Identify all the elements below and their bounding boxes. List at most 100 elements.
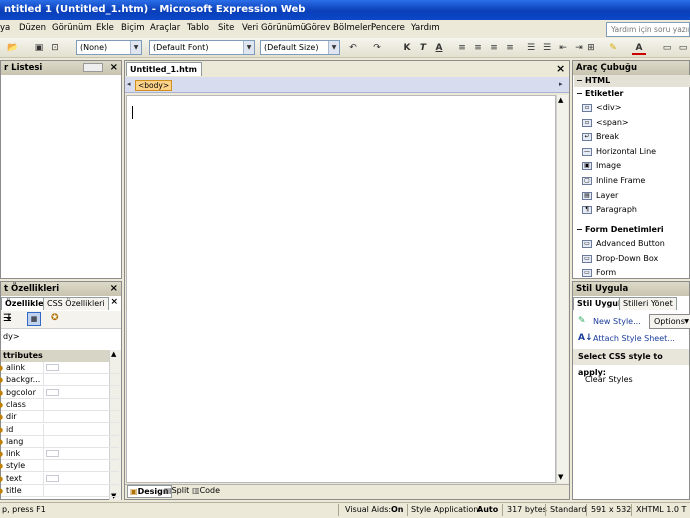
color-swatch[interactable] bbox=[46, 388, 59, 396]
attribute-row[interactable]: ● text bbox=[0, 472, 119, 485]
outdent-icon[interactable]: ⇤ bbox=[556, 41, 570, 55]
toolbox-item[interactable]: ▭ Drop-Down Box bbox=[582, 253, 658, 265]
attribute-row[interactable]: ● title bbox=[0, 485, 119, 497]
clear-styles-item[interactable]: Clear Styles bbox=[585, 375, 633, 384]
attribute-row[interactable]: ● alink bbox=[0, 362, 119, 374]
chevron-right-icon[interactable]: ▸ bbox=[559, 80, 563, 88]
bullet-list-icon[interactable]: ☰ bbox=[540, 41, 554, 55]
align-center-icon[interactable]: ≡ bbox=[471, 41, 485, 55]
undo-icon[interactable]: ↶ bbox=[346, 41, 360, 55]
attribute-row[interactable]: ● style bbox=[0, 460, 119, 473]
new-style-link[interactable]: New Style... bbox=[593, 317, 641, 326]
save-icon[interactable]: ▣ bbox=[32, 41, 46, 55]
menu-file[interactable]: ya bbox=[0, 23, 10, 33]
page-dimensions[interactable]: 591 x 532 bbox=[591, 503, 631, 517]
redo-icon[interactable]: ↷ bbox=[370, 41, 384, 55]
section-etiketler[interactable]: Etiketler bbox=[574, 88, 690, 100]
section-form-controls[interactable]: Form Denetimleri bbox=[574, 224, 690, 236]
menu-window[interactable]: Pencere bbox=[371, 23, 405, 33]
align-right-icon[interactable]: ≡ bbox=[487, 41, 501, 55]
options-button[interactable]: Options ▼ bbox=[649, 314, 690, 329]
attach-stylesheet-link[interactable]: Attach Style Sheet... bbox=[593, 334, 675, 343]
menu-help[interactable]: Yardım bbox=[411, 23, 440, 33]
numbered-list-icon[interactable]: ☰ bbox=[524, 41, 538, 55]
attribute-value[interactable] bbox=[43, 411, 107, 423]
toolbox-item[interactable]: ▭ Form bbox=[582, 267, 616, 279]
underline-icon[interactable]: A bbox=[432, 41, 446, 55]
menu-tools[interactable]: Araçlar bbox=[150, 23, 180, 33]
font-color-icon[interactable]: A bbox=[632, 41, 646, 55]
highlight-icon[interactable]: ✎ bbox=[606, 41, 620, 55]
menu-data-view[interactable]: Veri Görünümü bbox=[242, 23, 306, 33]
attribute-value[interactable] bbox=[43, 423, 107, 435]
attribute-row[interactable]: ● dir bbox=[0, 411, 119, 424]
style-combo[interactable]: (None) ▼ bbox=[76, 40, 142, 55]
visual-aids-value[interactable]: On bbox=[391, 503, 404, 517]
style-application-value[interactable]: Auto bbox=[477, 503, 498, 517]
menu-format[interactable]: Biçim bbox=[121, 23, 145, 33]
attribute-value[interactable] bbox=[43, 460, 107, 472]
attribute-row[interactable]: ● lang bbox=[0, 435, 119, 448]
body-tag-button[interactable]: <body> bbox=[135, 80, 173, 91]
font-combo[interactable]: (Default Font) ▼ bbox=[149, 40, 255, 55]
close-document-icon[interactable]: × bbox=[556, 62, 565, 75]
scroll-up-icon[interactable]: ▲ bbox=[558, 96, 563, 104]
attribute-value[interactable] bbox=[43, 398, 107, 410]
attribute-row[interactable]: ● class bbox=[0, 398, 119, 411]
italic-icon[interactable]: T bbox=[416, 41, 430, 55]
show-set-properties-icon[interactable]: ▦ bbox=[27, 312, 41, 326]
borders-icon[interactable]: ⊞ bbox=[584, 41, 598, 55]
layout-icon[interactable]: ▭ bbox=[660, 41, 674, 55]
attribute-value[interactable] bbox=[43, 485, 107, 496]
toolbox-item[interactable]: — Horizontal Line bbox=[582, 146, 656, 158]
editor-scrollbar[interactable] bbox=[556, 95, 568, 483]
preview-icon[interactable]: ⊡ bbox=[48, 41, 62, 55]
color-swatch[interactable] bbox=[46, 364, 59, 371]
align-left-icon[interactable]: ≡ bbox=[455, 41, 469, 55]
open-folder-icon[interactable]: 📂 bbox=[6, 41, 20, 55]
menu-view[interactable]: Görünüm bbox=[52, 23, 92, 33]
justify-icon[interactable]: ≡ bbox=[503, 41, 517, 55]
doctype[interactable]: XHTML 1.0 T bbox=[636, 503, 686, 517]
tab-code[interactable]: ▥Code bbox=[190, 485, 222, 498]
help-search-input[interactable]: Yardım için soru yazın bbox=[606, 22, 690, 37]
design-canvas[interactable] bbox=[126, 95, 556, 483]
toolbox-item[interactable]: ¶ Paragraph bbox=[582, 204, 637, 216]
toolbox-item[interactable]: ▫ <span> bbox=[582, 117, 629, 129]
toolbox-item[interactable]: ▣ Image bbox=[582, 160, 621, 172]
section-html[interactable]: HTML bbox=[574, 75, 690, 87]
toolbox-item[interactable]: ▤ Layer bbox=[582, 190, 618, 202]
scroll-up-icon[interactable]: ▲ bbox=[111, 350, 116, 358]
tab-split[interactable]: ▤Split bbox=[162, 485, 191, 498]
rendering-mode[interactable]: Standard bbox=[550, 503, 586, 517]
menu-edit[interactable]: Düzen bbox=[19, 23, 46, 33]
color-swatch[interactable] bbox=[46, 450, 59, 458]
color-swatch[interactable] bbox=[46, 474, 59, 482]
close-icon[interactable]: × bbox=[110, 61, 118, 75]
attribute-row[interactable]: ● bgcolor bbox=[0, 386, 119, 399]
tab-manage-styles[interactable]: Stilleri Yönet bbox=[619, 297, 677, 310]
attribute-row[interactable]: ● id bbox=[0, 423, 119, 436]
tab-untitled-1[interactable]: Untitled_1.htm bbox=[126, 62, 202, 76]
tab-css-properties[interactable]: CSS Özellikleri bbox=[43, 297, 109, 310]
toolbox-item[interactable]: ▭ Advanced Button bbox=[582, 238, 665, 250]
attribute-row[interactable]: ● link bbox=[0, 448, 119, 461]
menu-table[interactable]: Tablo bbox=[187, 23, 209, 33]
attributes-section[interactable]: ttributes bbox=[1, 350, 119, 362]
attribute-value[interactable] bbox=[43, 435, 107, 447]
toolbox-item[interactable]: ▫ <div> bbox=[582, 102, 621, 114]
close-icon[interactable]: × bbox=[110, 297, 118, 307]
layout-2-icon[interactable]: ▭ bbox=[676, 41, 690, 55]
attribute-value[interactable] bbox=[43, 374, 107, 386]
menu-task-panes[interactable]: Görev Bölmeleri bbox=[305, 23, 373, 33]
pane-options-icon[interactable] bbox=[83, 63, 103, 72]
sort-alpha-icon[interactable]: ↓ bbox=[5, 313, 13, 323]
toolbox-item[interactable]: ▢ Inline Frame bbox=[582, 175, 645, 187]
scroll-down-icon[interactable]: ▼ bbox=[558, 473, 563, 481]
chevron-left-icon[interactable]: ◂ bbox=[127, 80, 131, 88]
attribute-row[interactable]: ● backgr... bbox=[0, 374, 119, 387]
font-size-combo[interactable]: (Default Size) ▼ bbox=[260, 40, 340, 55]
menu-site[interactable]: Site bbox=[218, 23, 234, 33]
toolbox-item[interactable]: ↵ Break bbox=[582, 131, 619, 143]
menu-insert[interactable]: Ekle bbox=[96, 23, 114, 33]
